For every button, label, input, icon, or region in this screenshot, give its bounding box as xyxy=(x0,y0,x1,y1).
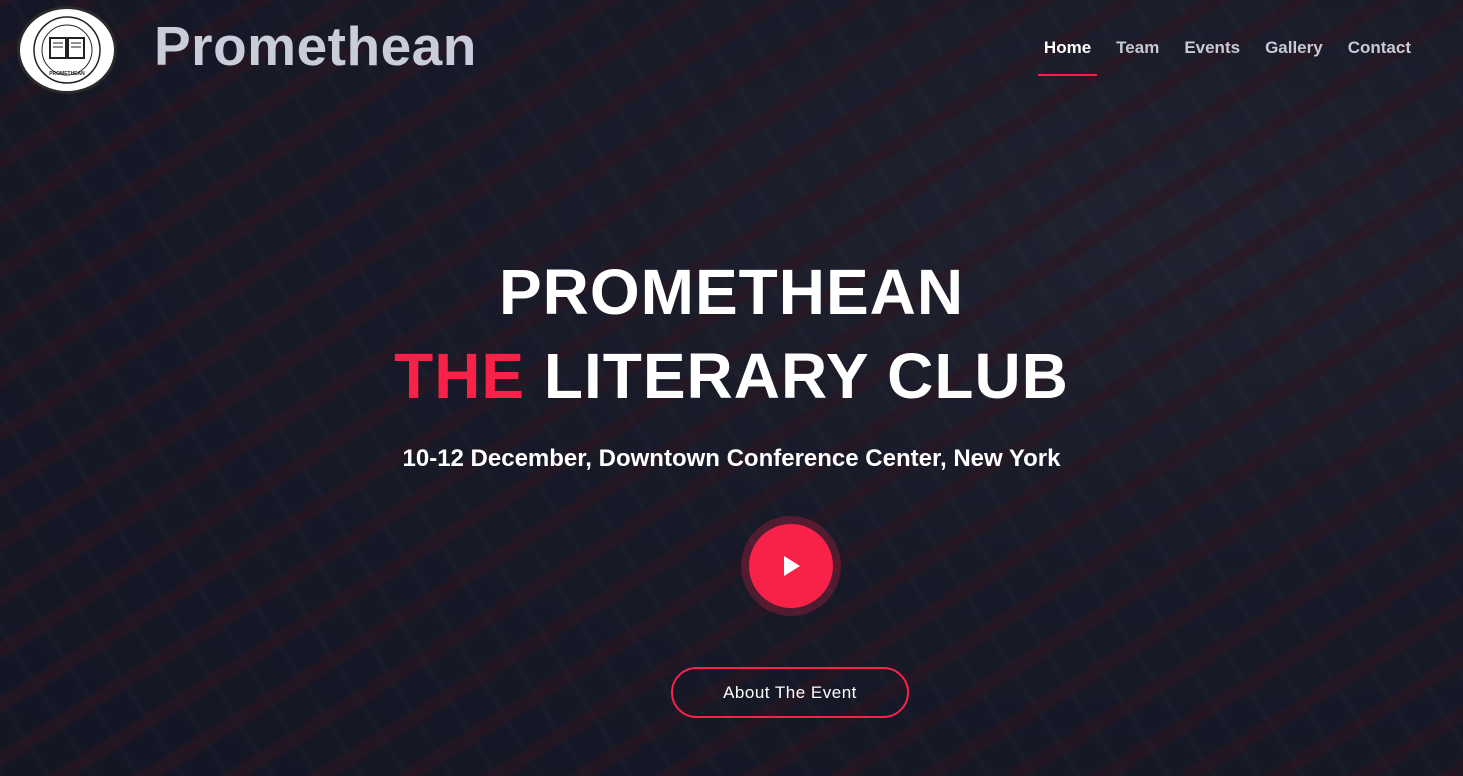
hero-title-line2: THE LITERARY CLUB xyxy=(0,334,1463,418)
play-icon xyxy=(784,556,800,576)
nav-item-contact[interactable]: Contact xyxy=(1348,38,1411,76)
nav-item-events[interactable]: Events xyxy=(1184,38,1240,76)
hero-title-accent: THE xyxy=(394,340,526,412)
book-seal-icon: PROMETHEAN xyxy=(33,16,101,84)
nav-item-home[interactable]: Home xyxy=(1037,38,1098,76)
about-event-button[interactable]: About The Event xyxy=(671,667,909,718)
brand-name[interactable]: Promethean xyxy=(154,14,477,78)
nav-item-team[interactable]: Team xyxy=(1116,38,1159,76)
play-video-button[interactable] xyxy=(749,524,833,608)
hero-title-rest: LITERARY CLUB xyxy=(525,340,1069,412)
hero-title: PROMETHEAN THE LITERARY CLUB xyxy=(0,250,1463,418)
hero-subtitle: 10-12 December, Downtown Conference Cent… xyxy=(402,445,1061,472)
main-nav: Home Team Events Gallery Contact xyxy=(1037,38,1411,76)
hero-title-line1: PROMETHEAN xyxy=(498,256,965,328)
nav-item-gallery[interactable]: Gallery xyxy=(1265,38,1323,76)
play-video-button-ring xyxy=(741,516,841,616)
logo-text: PROMETHEAN xyxy=(49,71,85,77)
logo[interactable]: PROMETHEAN xyxy=(17,6,117,94)
